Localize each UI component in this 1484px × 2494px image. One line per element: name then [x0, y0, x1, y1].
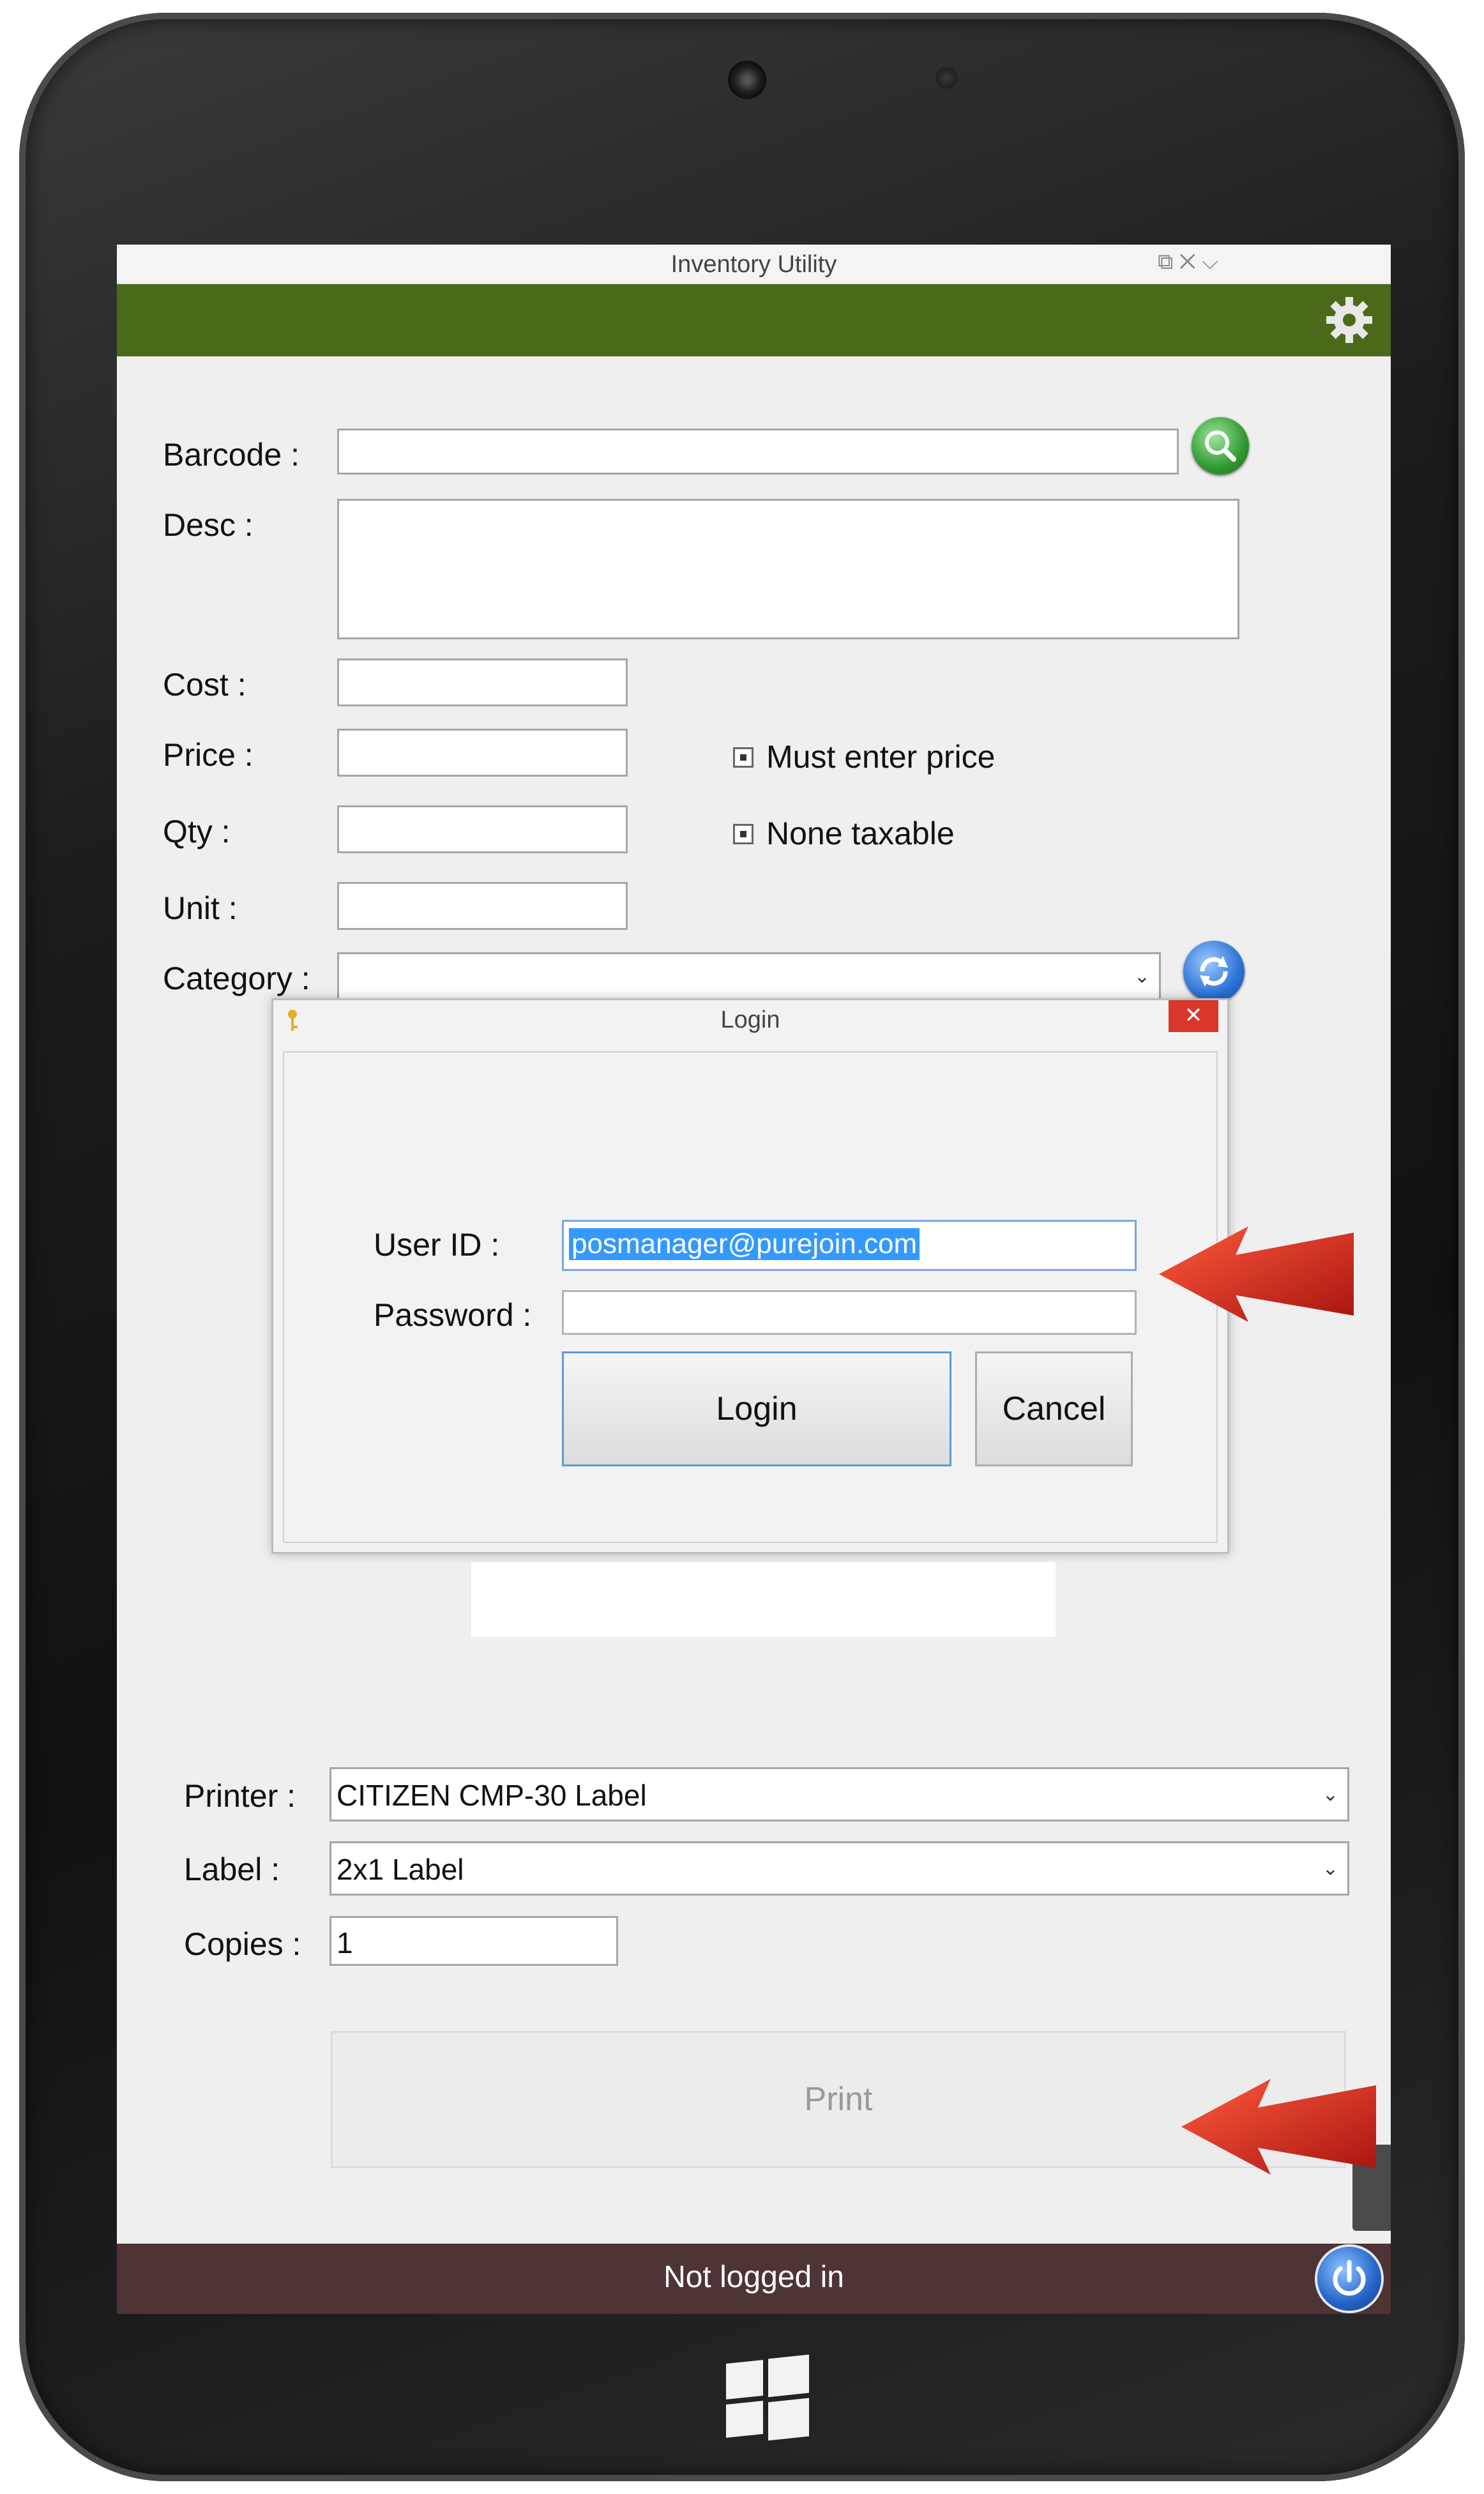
label-label: Label : [184, 1851, 280, 1887]
sensor-icon [935, 67, 957, 89]
barcode-label: Barcode : [163, 437, 300, 473]
cancel-button[interactable]: Cancel [975, 1351, 1133, 1466]
chevron-down-icon: ⌄ [1322, 1858, 1338, 1879]
login-button[interactable]: Login [562, 1351, 951, 1466]
password-label: Password : [374, 1297, 532, 1333]
status-bar: Not logged in [117, 2244, 1391, 2314]
copies-input[interactable]: 1 [329, 1916, 618, 1966]
cost-label: Cost : [163, 667, 246, 703]
none-taxable-checkbox[interactable] [733, 824, 753, 844]
unit-input[interactable] [337, 882, 628, 930]
login-status-text: Not logged in [663, 2260, 844, 2294]
copies-value: 1 [337, 1926, 353, 1959]
header-bar [117, 284, 1391, 356]
unit-label: Unit : [163, 890, 238, 926]
close-icon[interactable]: ✕ [1169, 1000, 1218, 1032]
chevron-down-icon: ⌄ [1133, 966, 1150, 987]
barcode-input[interactable] [337, 429, 1179, 475]
window-titlebar: Inventory Utility ⧉ ✕ ⌵ [117, 245, 1391, 284]
login-dialog: Login ✕ User ID : posmanager@purejoin.co… [271, 998, 1229, 1554]
desc-label: Desc : [163, 507, 254, 543]
annotation-arrow-print [1181, 2079, 1376, 2175]
printer-select[interactable]: CITIZEN CMP-30 Label ⌄ [329, 1767, 1349, 1821]
user-id-input[interactable]: posmanager@purejoin.com [562, 1220, 1137, 1271]
cost-input[interactable] [337, 658, 628, 706]
camera-icon [728, 61, 766, 99]
price-input[interactable] [337, 729, 628, 777]
user-id-label: User ID : [374, 1227, 500, 1263]
price-label: Price : [163, 737, 254, 773]
category-select[interactable]: ⌄ [337, 952, 1161, 1000]
qty-label: Qty : [163, 814, 231, 849]
refresh-icon[interactable] [1183, 941, 1245, 1002]
search-icon[interactable] [1192, 417, 1249, 475]
chevron-down-icon: ⌄ [1322, 1784, 1338, 1805]
power-icon[interactable] [1317, 2247, 1381, 2311]
login-form-panel: User ID : posmanager@purejoin.com Passwo… [283, 1051, 1218, 1543]
gear-icon[interactable] [1324, 294, 1375, 346]
window-controls[interactable]: ⧉ ✕ ⌵ [1158, 250, 1260, 279]
none-taxable-label: None taxable [766, 816, 955, 851]
qty-input[interactable] [337, 805, 628, 853]
password-input[interactable] [562, 1290, 1137, 1335]
user-id-value: posmanager@purejoin.com [569, 1228, 920, 1260]
blank-panel [471, 1562, 1056, 1637]
copies-label: Copies : [184, 1926, 301, 1962]
label-select[interactable]: 2x1 Label ⌄ [329, 1841, 1349, 1896]
printer-select-value: CITIZEN CMP-30 Label [337, 1779, 647, 1812]
label-select-value: 2x1 Label [337, 1853, 464, 1886]
printer-label: Printer : [184, 1778, 296, 1814]
annotation-arrow-password [1159, 1226, 1354, 1322]
must-enter-price-checkbox[interactable] [733, 747, 753, 768]
must-enter-price-label: Must enter price [766, 739, 996, 775]
category-label: Category : [163, 961, 310, 996]
windows-logo-icon[interactable] [726, 2354, 809, 2441]
desc-textarea[interactable] [337, 499, 1239, 639]
login-dialog-title: Login [720, 1007, 780, 1033]
